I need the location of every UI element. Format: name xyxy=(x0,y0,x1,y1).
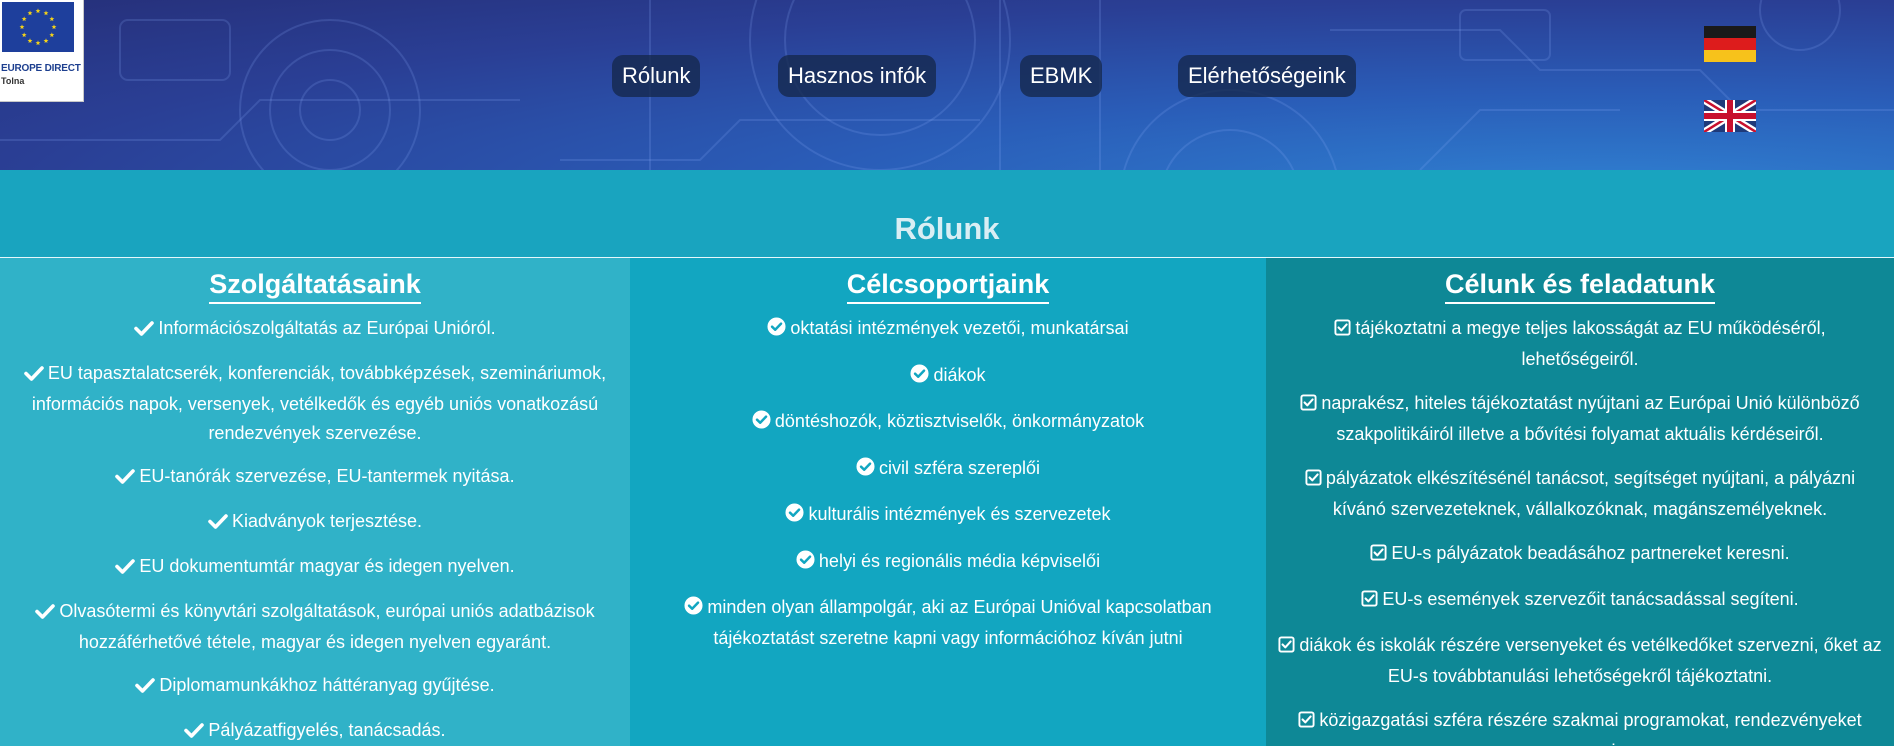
check-circle-icon xyxy=(684,595,703,624)
goals-column: Célunk és feladatunk tájékoztatni a megy… xyxy=(1266,258,1894,746)
target-groups-heading: Célcsoportjaink xyxy=(630,268,1266,304)
page-title: Rólunk xyxy=(894,211,1000,246)
check-icon xyxy=(115,464,136,493)
list-item: helyi és regionális média képviselői xyxy=(630,547,1266,578)
target-groups-column: Célcsoportjaink oktatási intézmények vez… xyxy=(630,258,1266,746)
checkbox-icon xyxy=(1278,633,1295,662)
services-list: Információszolgáltatás az Európai Unióró… xyxy=(0,314,630,746)
check-circle-icon xyxy=(796,549,815,578)
list-item: diákok xyxy=(630,361,1266,392)
checkbox-icon xyxy=(1334,316,1351,345)
checkbox-icon xyxy=(1370,541,1387,570)
list-item: civil szféra szereplői xyxy=(630,454,1266,485)
check-circle-icon xyxy=(856,456,875,485)
list-item: EU dokumentumtár magyar és idegen nyelve… xyxy=(0,552,630,583)
nav-item-ebmk[interactable]: EBMK xyxy=(1020,55,1103,97)
check-circle-icon xyxy=(767,316,786,345)
list-item: kulturális intézmények és szervezetek xyxy=(630,500,1266,531)
list-item: Olvasótermi és könyvtári szolgáltatások,… xyxy=(0,597,630,657)
checkbox-icon xyxy=(1361,587,1378,616)
section-title-band: Rólunk xyxy=(0,170,1894,258)
check-circle-icon xyxy=(910,363,930,392)
german-flag-icon[interactable] xyxy=(1704,26,1756,62)
checkbox-icon xyxy=(1298,708,1315,737)
list-item: döntéshozók, köztisztviselők, önkormányz… xyxy=(630,407,1266,438)
list-item: EU-s események szervezőit tanácsadással … xyxy=(1266,585,1894,616)
goals-heading: Célunk és feladatunk xyxy=(1266,268,1894,304)
nav-item-hasznos-infok[interactable]: Hasznos infók xyxy=(778,55,937,97)
check-icon xyxy=(208,509,228,538)
nav-item-rolunk[interactable]: Rólunk xyxy=(612,55,701,97)
list-item: oktatási intézmények vezetői, munkatársa… xyxy=(630,314,1266,345)
check-icon xyxy=(135,673,156,702)
list-item: minden olyan állampolgár, aki az Európai… xyxy=(630,593,1266,653)
target-groups-list: oktatási intézmények vezetői, munkatársa… xyxy=(630,314,1266,653)
services-column: Szolgáltatásaink Információszolgáltatás … xyxy=(0,258,630,746)
checkbox-icon xyxy=(1300,391,1317,420)
check-circle-icon xyxy=(752,409,771,438)
list-item: tájékoztatni a megye teljes lakosságát a… xyxy=(1266,314,1894,374)
english-flag-icon[interactable] xyxy=(1704,100,1756,132)
check-icon xyxy=(184,718,205,746)
list-item: Diplomamunkákhoz háttéranyag gyűjtése. xyxy=(0,671,630,702)
check-icon xyxy=(24,361,44,390)
site-header: EUROPE DIRECT Tolna Rólunk Hasznos infók… xyxy=(0,0,1894,170)
services-heading: Szolgáltatásaink xyxy=(0,268,630,304)
list-item: EU-tanórák szervezése, EU-tantermek nyit… xyxy=(0,462,630,493)
check-icon xyxy=(35,599,56,628)
check-icon xyxy=(134,316,155,345)
nav-item-elerhetosegeink[interactable]: Elérhetőségeink xyxy=(1178,55,1356,97)
list-item: Pályázatfigyelés, tanácsadás. xyxy=(0,716,630,746)
eu-flag-icon xyxy=(2,2,74,52)
list-item: EU-s pályázatok beadásához partnereket k… xyxy=(1266,539,1894,570)
check-icon xyxy=(115,554,136,583)
checkbox-icon xyxy=(1305,466,1322,495)
list-item: naprakész, hiteles tájékoztatást nyújtan… xyxy=(1266,389,1894,449)
list-item: Kiadványok terjesztése. xyxy=(0,507,630,538)
list-item: közigazgatási szféra részére szakmai pro… xyxy=(1266,706,1894,746)
list-item: pályázatok elkészítésénél tanácsot, segí… xyxy=(1266,464,1894,524)
goals-list: tájékoztatni a megye teljes lakosságát a… xyxy=(1266,314,1894,746)
list-item: Információszolgáltatás az Európai Unióró… xyxy=(0,314,630,345)
check-circle-icon xyxy=(785,502,804,531)
list-item: EU tapasztalatcserék, konferenciák, tová… xyxy=(0,359,630,448)
list-item: diákok és iskolák részére versenyeket és… xyxy=(1266,631,1894,691)
main-navigation: Rólunk Hasznos infók EBMK Elérhetőségein… xyxy=(0,55,1894,97)
